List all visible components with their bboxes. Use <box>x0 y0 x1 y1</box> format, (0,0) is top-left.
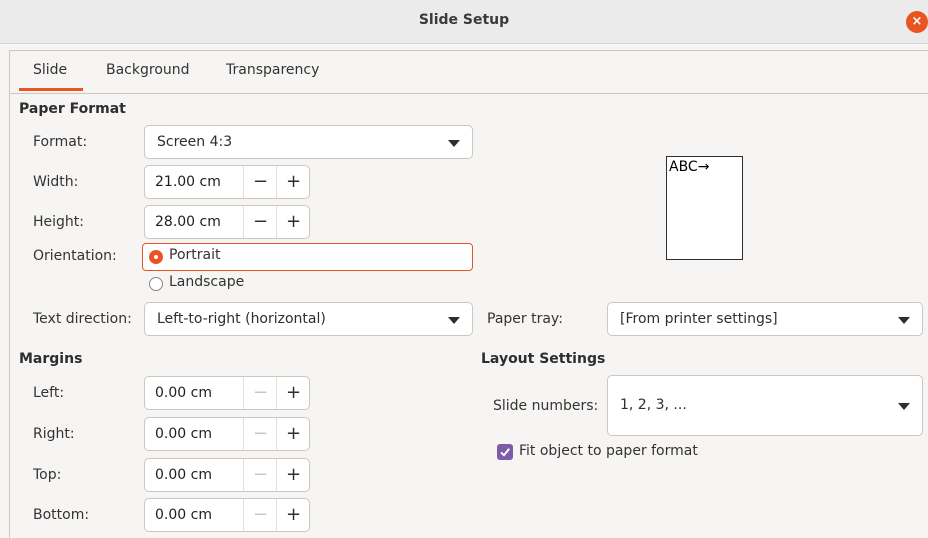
width-spinner[interactable]: 21.00 cm − + <box>144 165 310 199</box>
margin-left-decrement-button[interactable]: − <box>243 377 277 409</box>
margin-bottom-spinner[interactable]: 0.00 cm − + <box>144 498 310 532</box>
margin-right-decrement-button[interactable]: − <box>243 418 277 450</box>
tab-separator <box>10 93 928 94</box>
margin-right-increment-button[interactable]: + <box>276 418 310 450</box>
height-increment-button[interactable]: + <box>276 206 310 238</box>
format-value: Screen 4:3 <box>157 134 233 150</box>
active-tab-indicator <box>19 88 83 91</box>
margin-right-value: 0.00 cm <box>155 426 212 442</box>
margin-bottom-increment-button[interactable]: + <box>276 499 310 531</box>
fit-object-label[interactable]: Fit object to paper format <box>519 443 698 459</box>
margin-right-label: Right: <box>33 426 75 442</box>
margin-left-increment-button[interactable]: + <box>276 377 310 409</box>
paper-tray-label: Paper tray: <box>487 311 563 327</box>
margin-left-value: 0.00 cm <box>155 385 212 401</box>
margin-bottom-decrement-button[interactable]: − <box>243 499 277 531</box>
text-direction-value: Left-to-right (horizontal) <box>157 311 326 327</box>
slide-numbers-value: 1, 2, 3, ... <box>620 397 687 413</box>
chevron-down-icon <box>448 317 460 324</box>
chevron-down-icon <box>448 140 460 147</box>
dialog-title: Slide Setup <box>418 12 510 28</box>
close-icon: × <box>911 14 923 29</box>
margin-right-spinner[interactable]: 0.00 cm − + <box>144 417 310 451</box>
width-decrement-button[interactable]: − <box>243 166 277 198</box>
margins-heading: Margins <box>19 351 83 367</box>
preview-text: ABC→ <box>669 159 710 175</box>
paper-tray-dropdown[interactable]: [From printer settings] <box>607 302 923 336</box>
close-button[interactable]: × <box>906 11 928 33</box>
margin-left-spinner[interactable]: 0.00 cm − + <box>144 376 310 410</box>
text-direction-dropdown[interactable]: Left-to-right (horizontal) <box>144 302 473 336</box>
slide-numbers-label: Slide numbers: <box>493 398 599 414</box>
checkmark-icon <box>500 448 510 457</box>
tab-transparency[interactable]: Transparency <box>226 62 319 92</box>
format-label: Format: <box>33 134 88 150</box>
landscape-label[interactable]: Landscape <box>169 274 244 290</box>
height-label: Height: <box>33 214 84 230</box>
fit-object-checkbox[interactable] <box>497 444 513 460</box>
landscape-radio[interactable] <box>149 277 163 291</box>
orientation-label: Orientation: <box>33 248 117 264</box>
margin-bottom-label: Bottom: <box>33 507 90 523</box>
width-label: Width: <box>33 174 79 190</box>
chevron-down-icon <box>898 317 910 324</box>
text-direction-label: Text direction: <box>33 311 132 327</box>
format-dropdown[interactable]: Screen 4:3 <box>144 125 473 159</box>
chevron-down-icon <box>898 403 910 410</box>
margin-bottom-value: 0.00 cm <box>155 507 212 523</box>
height-decrement-button[interactable]: − <box>243 206 277 238</box>
slide-numbers-dropdown[interactable]: 1, 2, 3, ... <box>607 375 923 436</box>
width-increment-button[interactable]: + <box>276 166 310 198</box>
tab-background[interactable]: Background <box>106 62 190 92</box>
margin-left-label: Left: <box>33 385 65 401</box>
margin-top-value: 0.00 cm <box>155 467 212 483</box>
layout-settings-heading: Layout Settings <box>481 351 606 367</box>
height-spinner[interactable]: 28.00 cm − + <box>144 205 310 239</box>
paper-tray-value: [From printer settings] <box>620 311 778 327</box>
portrait-radio[interactable] <box>149 250 163 264</box>
margin-top-label: Top: <box>33 467 62 483</box>
paper-format-heading: Paper Format <box>19 101 126 117</box>
width-value: 21.00 cm <box>155 174 221 190</box>
page-preview: ABC→ <box>666 156 743 260</box>
title-bar: Slide Setup × <box>0 0 928 44</box>
margin-top-decrement-button[interactable]: − <box>243 459 277 491</box>
height-value: 28.00 cm <box>155 214 221 230</box>
portrait-label[interactable]: Portrait <box>169 247 220 263</box>
margin-top-increment-button[interactable]: + <box>276 459 310 491</box>
margin-top-spinner[interactable]: 0.00 cm − + <box>144 458 310 492</box>
